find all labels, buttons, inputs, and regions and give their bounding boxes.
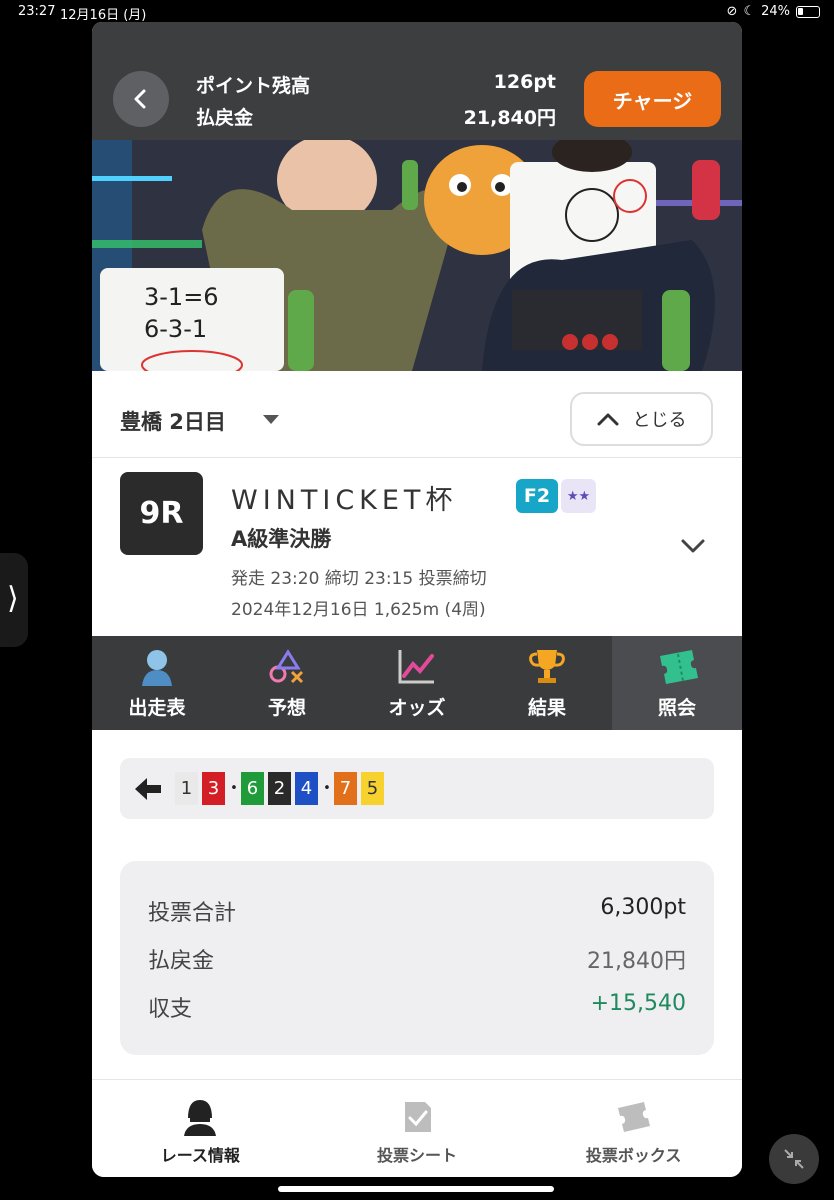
moon-icon: ☾ xyxy=(743,4,756,19)
bet-total-label: 投票合計 xyxy=(148,901,237,926)
collapse-label: とじる xyxy=(632,410,687,431)
live-video[interactable]: 3-1=6 6-3-1 xyxy=(92,140,742,371)
nav-race-info[interactable]: レース情報 xyxy=(92,1080,309,1177)
combination-separator: • xyxy=(230,781,238,796)
shrink-button[interactable] xyxy=(769,1134,819,1184)
battery-percent: 24% xyxy=(761,4,790,19)
points-value: 126pt xyxy=(493,71,556,93)
race-info[interactable]: 9R WINTICKET杯 F2 ★★ A級準決勝 発走 23:20 締切 23… xyxy=(92,458,742,636)
collapse-button[interactable]: とじる xyxy=(570,392,713,446)
checksheet-icon xyxy=(405,1102,431,1132)
points-header: ポイント残高 払戻金 126pt 21,840円 チャージ xyxy=(92,22,742,140)
status-time: 23:27 xyxy=(18,4,56,19)
prediction-icon xyxy=(269,649,304,684)
venue-row: 豊橋 2日目 とじる xyxy=(92,371,742,457)
race-class: A級準決勝 xyxy=(231,527,332,551)
payout-summary-value: 21,840円 xyxy=(587,949,686,974)
bike-number-chip: 2 xyxy=(268,772,291,805)
chevron-right-icon: ⟩ xyxy=(7,581,19,616)
link-icon: ⊘ xyxy=(726,4,738,19)
race-number-badge: 9R xyxy=(120,472,203,555)
tab-label: 照会 xyxy=(657,697,696,719)
payout-row: 払戻金 21,840円 xyxy=(148,943,686,975)
chevron-left-icon xyxy=(134,89,146,109)
ticket-icon xyxy=(660,650,698,684)
betting-summary: 投票合計 6,300pt 払戻金 21,840円 収支 +15,540 xyxy=(120,861,714,1055)
payout-label: 払戻金 xyxy=(196,107,254,129)
tab-label: 出走表 xyxy=(128,697,186,719)
nav-bet-box[interactable]: 投票ボックス xyxy=(525,1080,742,1177)
balance-label: 収支 xyxy=(148,997,193,1022)
race-title: WINTICKET杯 xyxy=(231,485,458,516)
helmet-icon xyxy=(184,1100,217,1136)
bike-number-chip: 5 xyxy=(361,772,384,805)
venue-selector[interactable]: 豊橋 2日目 xyxy=(120,406,226,436)
bet-total-row: 投票合計 6,300pt xyxy=(148,895,686,927)
charge-button[interactable]: チャージ xyxy=(584,71,721,127)
chevron-down-icon[interactable] xyxy=(680,537,706,555)
tab-label: オッズ xyxy=(388,697,446,719)
trophy-icon xyxy=(529,650,565,683)
points-label: ポイント残高 xyxy=(196,75,311,97)
bike-number-chip: 7 xyxy=(334,772,357,805)
video-frame: 3-1=6 6-3-1 xyxy=(92,140,742,371)
tab-odds[interactable]: オッズ xyxy=(352,636,482,730)
combination-list: 1 3 • 6 2 4 • 7 5 xyxy=(175,772,388,805)
race-date-distance: 2024年12月16日 1,625m (4周) xyxy=(231,600,486,620)
bike-number-chip: 1 xyxy=(175,772,198,805)
back-button[interactable] xyxy=(113,71,169,127)
ticketbox-icon xyxy=(617,1102,650,1132)
bet-total-value: 6,300pt xyxy=(600,895,686,920)
nav-label: 投票シート xyxy=(377,1146,458,1165)
combination-separator: • xyxy=(323,781,331,796)
home-indicator[interactable] xyxy=(278,1186,554,1192)
nav-label: レース情報 xyxy=(160,1146,240,1165)
app-window: ポイント残高 払戻金 126pt 21,840円 チャージ 3-1=6 6-3-… xyxy=(92,22,742,1177)
svg-text:6-3-1: 6-3-1 xyxy=(144,315,207,343)
nav-bet-sheet[interactable]: 投票シート xyxy=(309,1080,526,1177)
bike-number-chip: 6 xyxy=(241,772,264,805)
tab-entries[interactable]: 出走表 xyxy=(92,636,222,730)
tab-results[interactable]: 結果 xyxy=(482,636,612,730)
tab-inquiry[interactable]: 照会 xyxy=(612,636,742,730)
payout-value: 21,840円 xyxy=(463,107,556,129)
status-date: 12月16日 (月) xyxy=(60,8,147,23)
rider-icon xyxy=(142,650,172,686)
side-drawer-handle[interactable]: ⟩ xyxy=(0,553,28,647)
tab-prediction[interactable]: 予想 xyxy=(222,636,352,730)
balance-row: 収支 +15,540 xyxy=(148,991,686,1023)
star-badge: ★★ xyxy=(561,479,596,513)
minimize-arrows-icon xyxy=(784,1149,804,1169)
tab-label: 予想 xyxy=(267,697,306,719)
bike-number-chip: 3 xyxy=(202,772,225,805)
nav-label: 投票ボックス xyxy=(585,1146,682,1165)
arrow-left-icon xyxy=(135,778,161,800)
odds-chart-icon xyxy=(398,650,434,684)
payout-summary-label: 払戻金 xyxy=(148,949,215,974)
bottom-navigation: レース情報 投票シート 投票ボックス xyxy=(92,1079,742,1177)
svg-text:3-1=6: 3-1=6 xyxy=(144,283,219,311)
status-indicators: ⊘ ☾ 24% xyxy=(727,4,820,19)
status-bar: 23:27 12月16日 (月) ⊘ ☾ 24% xyxy=(0,0,834,24)
race-tabs: 出走表 予想 オッズ 結果 照会 xyxy=(92,636,742,730)
combination-bar: 1 3 • 6 2 4 • 7 5 xyxy=(120,758,714,819)
chevron-up-icon xyxy=(597,413,618,426)
caret-down-icon[interactable] xyxy=(263,415,279,424)
race-times: 発走 23:20 締切 23:15 投票締切 xyxy=(231,569,487,589)
balance-value: +15,540 xyxy=(590,991,686,1016)
battery-icon xyxy=(796,5,820,18)
bike-number-chip: 4 xyxy=(295,772,318,805)
tab-label: 結果 xyxy=(527,697,566,719)
grade-badge: F2 xyxy=(516,479,558,513)
